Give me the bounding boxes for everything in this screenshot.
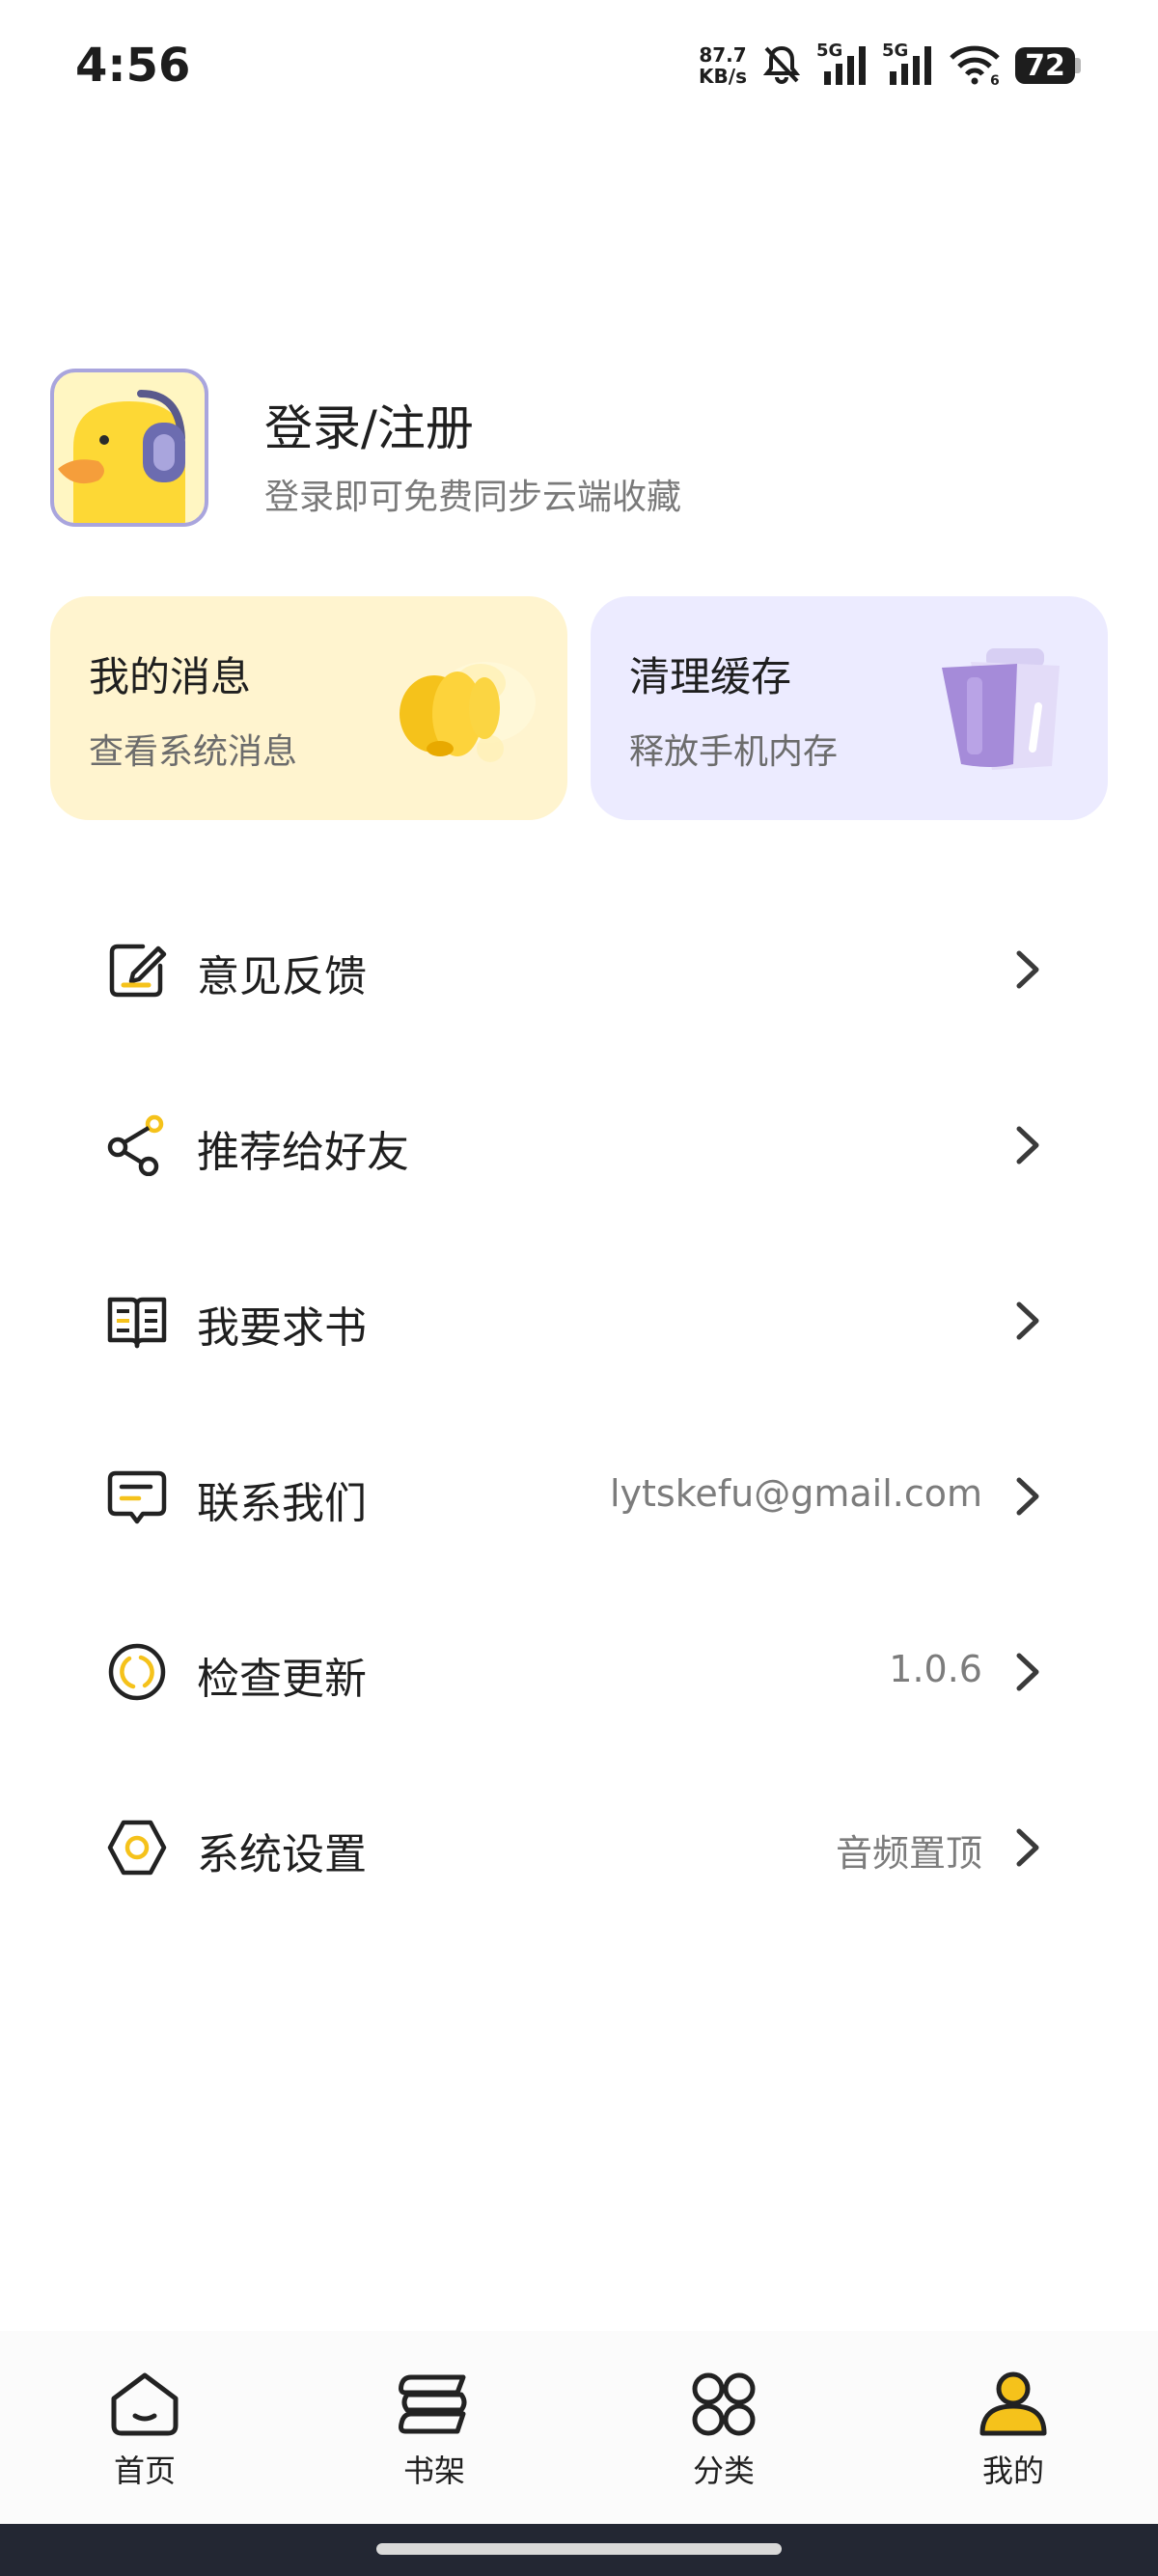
chevron-right-icon — [1016, 1477, 1039, 1516]
network-speed-unit: KB/s — [699, 65, 747, 88]
status-time: 4:56 — [75, 39, 191, 93]
message-icon — [107, 1470, 167, 1524]
settings-menu: 意见反馈 推荐给好友 我要求书 联系我们 lytskefu@gmail.com … — [0, 880, 1158, 1933]
menu-label: 推荐给好友 — [197, 1128, 409, 1177]
signal-icon-2: 5G — [882, 41, 934, 87]
status-icons: 87.7 KB/s 5G 5G 6 72 — [699, 39, 1081, 93]
menu-label: 系统设置 — [197, 1830, 367, 1879]
nav-label: 书架 — [402, 2453, 465, 2489]
trash-icon — [942, 648, 1060, 770]
menu-item-recommend[interactable]: 推荐给好友 — [0, 1055, 1158, 1231]
nav-profile[interactable]: 我的 — [946, 2370, 1081, 2505]
nav-bookshelf[interactable]: 书架 — [367, 2370, 502, 2505]
contact-email: lytskefu@gmail.com — [609, 1472, 982, 1515]
card-title: 我的消息 — [89, 653, 252, 700]
chevron-right-icon — [1016, 1653, 1039, 1691]
clear-cache-card[interactable]: 清理缓存 释放手机内存 — [591, 596, 1108, 820]
battery-level: 72 — [1015, 47, 1075, 84]
network-speed-value: 87.7 — [699, 43, 747, 67]
signal-icon: 5G — [816, 41, 868, 87]
sim2-label: 5G — [882, 41, 909, 61]
menu-label: 意见反馈 — [197, 952, 367, 1001]
avatar[interactable] — [50, 369, 208, 527]
settings-icon — [107, 1820, 167, 1876]
menu-item-check-update[interactable]: 检查更新 1.0.6 — [0, 1582, 1158, 1758]
chevron-right-icon — [1016, 950, 1039, 989]
status-bar: 4:56 87.7 KB/s 5G 5G 6 72 — [0, 0, 1158, 135]
menu-item-request-book[interactable]: 我要求书 — [0, 1231, 1158, 1407]
settings-value: 音频置顶 — [835, 1832, 982, 1875]
menu-item-feedback[interactable]: 意见反馈 — [0, 880, 1158, 1055]
login-register-title[interactable]: 登录/注册 — [264, 390, 474, 459]
nav-label: 分类 — [692, 2453, 755, 2489]
network-speed: 87.7 KB/s — [699, 44, 747, 87]
system-gesture-bar — [0, 2524, 1158, 2576]
nav-label: 我的 — [981, 2453, 1044, 2489]
nav-category[interactable]: 分类 — [656, 2370, 791, 2505]
profile-header[interactable]: 登录/注册 登录即可免费同步云端收藏 — [50, 369, 1112, 534]
my-messages-card[interactable]: 我的消息 查看系统消息 — [50, 596, 567, 820]
menu-label: 我要求书 — [197, 1303, 367, 1353]
category-icon — [692, 2372, 756, 2436]
chevron-right-icon — [1016, 1828, 1039, 1867]
nav-label: 首页 — [113, 2453, 176, 2489]
battery-indicator: 72 — [1015, 47, 1081, 84]
wifi-icon: 6 — [948, 42, 1002, 89]
menu-item-contact-us[interactable]: 联系我们 lytskefu@gmail.com — [0, 1407, 1158, 1582]
menu-label: 检查更新 — [197, 1655, 367, 1704]
gesture-handle[interactable] — [376, 2543, 782, 2555]
card-title: 清理缓存 — [629, 653, 792, 700]
bell-icon — [400, 662, 536, 762]
share-icon — [107, 1114, 164, 1176]
nav-home[interactable]: 首页 — [77, 2370, 212, 2505]
book-icon — [107, 1297, 167, 1349]
app-version: 1.0.6 — [889, 1648, 982, 1690]
bell-muted-icon — [760, 42, 803, 89]
login-subtitle: 登录即可免费同步云端收藏 — [264, 478, 682, 517]
bottom-navigation: 首页 书架 分类 我的 — [0, 2331, 1158, 2524]
menu-label: 联系我们 — [197, 1479, 367, 1528]
chevron-right-icon — [1016, 1126, 1039, 1165]
duck-headphones-icon — [58, 390, 185, 523]
refresh-icon — [108, 1643, 166, 1701]
chevron-right-icon — [1016, 1302, 1039, 1340]
profile-icon — [979, 2371, 1047, 2436]
sim1-label: 5G — [816, 41, 843, 61]
bookshelf-icon — [399, 2374, 467, 2434]
wifi-sub-label: 6 — [990, 73, 1000, 85]
card-subtitle: 释放手机内存 — [629, 732, 839, 772]
edit-icon — [109, 944, 167, 998]
home-icon — [111, 2372, 179, 2436]
menu-item-system-settings[interactable]: 系统设置 音频置顶 — [0, 1758, 1158, 1933]
card-subtitle: 查看系统消息 — [89, 732, 298, 772]
battery-cap — [1075, 58, 1081, 73]
